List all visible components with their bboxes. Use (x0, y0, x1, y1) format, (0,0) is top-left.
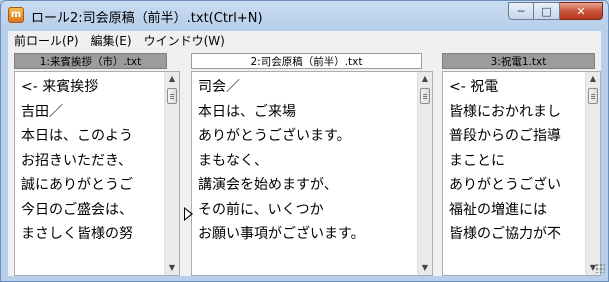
scroll-down-icon[interactable]: ▼ (418, 261, 432, 275)
scroll-up-icon[interactable]: ▲ (586, 72, 600, 86)
text-content-1: <- 来賓挨拶 吉田／ 本日は、このよう お招きいただき、 誠にありがとうご 今… (21, 75, 133, 247)
text-line: まもなく、 (198, 152, 268, 169)
pane-roll-3: 3:祝電1.txt <- 祝電 皆様におかれまし 普段からのご指導 まことに あ… (442, 51, 601, 276)
text-line: その前に、いくつか (198, 201, 324, 218)
maximize-button[interactable]: □ (534, 2, 560, 20)
menu-edit[interactable]: 編集(E) (85, 31, 138, 51)
text-line: 今日のご盛会は、 (21, 201, 133, 218)
menu-window[interactable]: ウインドウ(W) (138, 31, 231, 51)
vertical-scrollbar-2[interactable]: ▲ ▼ (417, 72, 432, 275)
caption-buttons: ─ □ ✕ (508, 2, 603, 21)
scroll-up-icon[interactable]: ▲ (165, 72, 179, 86)
text-line: お願い事項がございます。 (198, 226, 365, 242)
text-line: ありがとうござい (449, 177, 561, 193)
text-line: 普段からのご指導 (449, 128, 561, 144)
text-line: <- 祝電 (449, 79, 499, 95)
client-area: 前ロール(P) 編集(E) ウインドウ(W) 1:来賓挨拶（市）.txt <- … (8, 31, 601, 276)
current-line-marker-icon (184, 207, 193, 221)
window-title: ロール2:司会原稿（前半）.txt(Ctrl+N) (31, 11, 263, 26)
text-line: 本日は、ご来場 (198, 103, 296, 120)
text-pane-3[interactable]: <- 祝電 皆様におかれまし 普段からのご指導 まことに ありがとうござい 福祉… (442, 71, 601, 276)
app-icon[interactable]: m (8, 7, 24, 23)
text-line: 皆様のご協力が不 (449, 226, 561, 242)
text-line: 司会／ (198, 79, 240, 95)
vertical-scrollbar-1[interactable]: ▲ ▼ (164, 72, 179, 275)
text-line: お招きいただき、 (21, 152, 133, 169)
resize-grip-icon[interactable] (595, 263, 605, 273)
text-line: 講演会を始めますが、 (198, 177, 338, 193)
pane-title-1[interactable]: 1:来賓挨拶（市）.txt (14, 53, 167, 69)
close-button[interactable]: ✕ (560, 2, 603, 20)
text-pane-2[interactable]: 司会／ 本日は、ご来場 ありがとうございます。 まもなく、 講演会を始めますが、… (191, 71, 433, 276)
text-line: 吉田／ (21, 103, 63, 120)
pane-roll-1: 1:来賓挨拶（市）.txt <- 来賓挨拶 吉田／ 本日は、このよう お招きいた… (14, 51, 180, 276)
pane-roll-2: 2:司会原稿（前半）.txt 司会／ 本日は、ご来場 ありがとうございます。 ま… (191, 51, 433, 276)
text-line: 福祉の増進には (449, 201, 547, 218)
vertical-scrollbar-3[interactable]: ▲ ▼ (585, 72, 600, 275)
text-line: 誠にありがとうご (21, 177, 133, 193)
text-line: ありがとうございます。 (198, 128, 351, 144)
menu-prev-roll[interactable]: 前ロール(P) (8, 31, 85, 51)
pane-title-2[interactable]: 2:司会原稿（前半）.txt (191, 53, 422, 69)
scroll-thumb[interactable] (588, 88, 598, 104)
text-content-3: <- 祝電 皆様におかれまし 普段からのご指導 まことに ありがとうござい 福祉… (449, 75, 561, 247)
scroll-up-icon[interactable]: ▲ (418, 72, 432, 86)
text-content-2: 司会／ 本日は、ご来場 ありがとうございます。 まもなく、 講演会を始めますが、… (198, 75, 365, 247)
minimize-button[interactable]: ─ (508, 2, 534, 20)
scroll-thumb[interactable] (167, 88, 177, 104)
scroll-thumb[interactable] (420, 88, 430, 104)
text-pane-1[interactable]: <- 来賓挨拶 吉田／ 本日は、このよう お招きいただき、 誠にありがとうご 今… (14, 71, 180, 276)
text-line: まさしく皆様の努 (21, 226, 133, 242)
text-line: 本日は、このよう (21, 128, 133, 144)
menu-bar: 前ロール(P) 編集(E) ウインドウ(W) (8, 31, 601, 51)
text-line: <- 来賓挨拶 (21, 79, 99, 95)
text-line: まことに (449, 152, 505, 169)
pane-title-3[interactable]: 3:祝電1.txt (442, 53, 595, 69)
text-line: 皆様におかれまし (449, 103, 561, 120)
title-bar[interactable]: m ロール2:司会原稿（前半）.txt(Ctrl+N) ─ □ ✕ (1, 1, 608, 31)
application-window: m ロール2:司会原稿（前半）.txt(Ctrl+N) ─ □ ✕ 前ロール(P… (0, 0, 609, 282)
scroll-down-icon[interactable]: ▼ (165, 261, 179, 275)
